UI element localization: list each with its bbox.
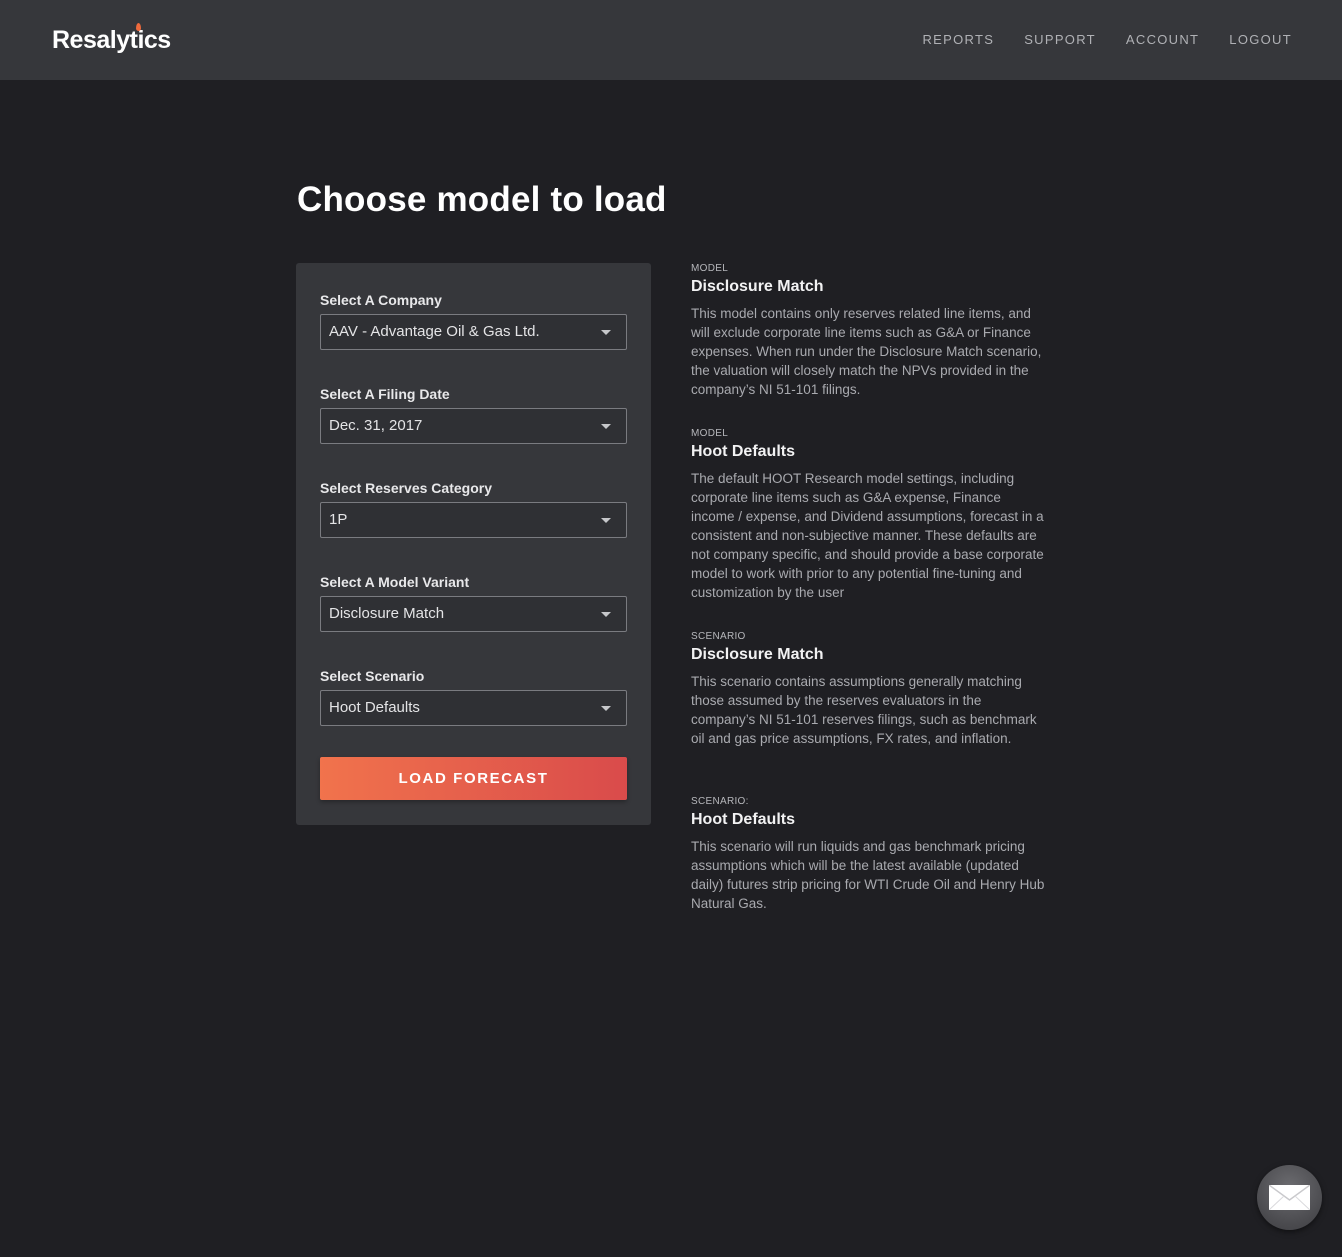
nav-logout-link[interactable]: LOGOUT — [1229, 32, 1292, 47]
scenario-select[interactable]: Hoot Defaults — [320, 690, 627, 726]
info-title: Disclosure Match — [691, 646, 824, 663]
company-label: Select A Company — [320, 292, 442, 308]
mail-icon — [1269, 1185, 1310, 1210]
model-selection-form: Select A Company AAV - Advantage Oil & G… — [296, 263, 651, 825]
chevron-down-icon — [601, 330, 611, 335]
reserves-category-field: Select Reserves Category 1P — [320, 480, 627, 538]
company-select[interactable]: AAV - Advantage Oil & Gas Ltd. — [320, 314, 627, 350]
reserves-category-label: Select Reserves Category — [320, 480, 492, 496]
page-title: Choose model to load — [297, 180, 667, 219]
info-scenario-hoot-defaults: SCENARIO: Hoot Defaults This scenario wi… — [691, 796, 1047, 913]
filing-date-select-value: Dec. 31, 2017 — [329, 417, 423, 434]
chevron-down-icon — [601, 612, 611, 617]
model-variant-select[interactable]: Disclosure Match — [320, 596, 627, 632]
scenario-field: Select Scenario Hoot Defaults — [320, 668, 627, 726]
model-variant-field: Select A Model Variant Disclosure Match — [320, 574, 627, 632]
info-title: Disclosure Match — [691, 278, 824, 295]
logo-text: Resalytics — [52, 26, 171, 54]
load-forecast-button[interactable]: LOAD FORECAST — [320, 757, 627, 800]
info-body: This scenario will run liquids and gas b… — [691, 839, 1045, 911]
filing-date-select[interactable]: Dec. 31, 2017 — [320, 408, 627, 444]
main-nav: REPORTS SUPPORT ACCOUNT LOGOUT — [922, 32, 1292, 47]
scenario-select-value: Hoot Defaults — [329, 699, 420, 716]
model-variant-label: Select A Model Variant — [320, 574, 470, 590]
info-title: Hoot Defaults — [691, 811, 795, 828]
filing-date-label: Select A Filing Date — [320, 386, 450, 402]
chevron-down-icon — [601, 424, 611, 429]
chevron-down-icon — [601, 706, 611, 711]
info-body: This scenario contains assumptions gener… — [691, 674, 1037, 746]
company-field: Select A Company AAV - Advantage Oil & G… — [320, 292, 627, 350]
info-kicker: SCENARIO — [691, 631, 746, 642]
scenario-label: Select Scenario — [320, 668, 425, 684]
nav-account-link[interactable]: ACCOUNT — [1126, 32, 1199, 47]
filing-date-field: Select A Filing Date Dec. 31, 2017 — [320, 386, 627, 444]
resalytics-logo[interactable]: Resalytics — [52, 23, 171, 55]
chat-message-button[interactable] — [1257, 1165, 1322, 1230]
info-kicker: SCENARIO: — [691, 796, 749, 807]
info-kicker: MODEL — [691, 263, 729, 274]
reserves-category-select-value: 1P — [329, 511, 348, 528]
info-model-disclosure-match: MODEL Disclosure Match This model contai… — [691, 263, 1047, 399]
info-kicker: MODEL — [691, 428, 729, 439]
flame-icon — [136, 23, 141, 31]
company-select-value: AAV - Advantage Oil & Gas Ltd. — [329, 323, 540, 340]
model-variant-select-value: Disclosure Match — [329, 605, 445, 622]
info-body: This model contains only reserves relate… — [691, 306, 1042, 397]
info-title: Hoot Defaults — [691, 443, 795, 460]
top-navbar: Resalytics REPORTS SUPPORT ACCOUNT LOGOU… — [0, 0, 1342, 80]
nav-support-link[interactable]: SUPPORT — [1024, 32, 1096, 47]
reserves-category-select[interactable]: 1P — [320, 502, 627, 538]
info-scenario-disclosure-match: SCENARIO Disclosure Match This scenario … — [691, 631, 1047, 748]
chevron-down-icon — [601, 518, 611, 523]
nav-reports-link[interactable]: REPORTS — [922, 32, 994, 47]
info-body: The default HOOT Research model settings… — [691, 471, 1044, 600]
info-model-hoot-defaults: MODEL Hoot Defaults The default HOOT Res… — [691, 428, 1047, 602]
